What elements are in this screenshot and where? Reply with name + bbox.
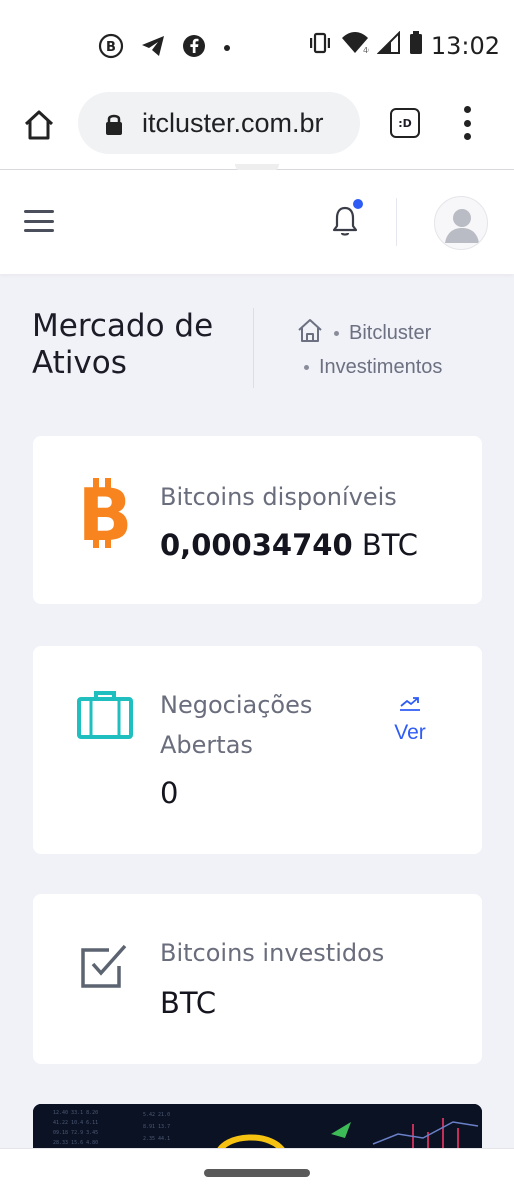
- wifi-icon: 4G: [341, 31, 374, 60]
- invested-bitcoins-card: Bitcoins investidos BTC: [33, 894, 482, 1064]
- status-time: 13:02: [430, 31, 500, 60]
- invested-label: Bitcoins investidos: [160, 939, 385, 967]
- breadcrumb-home-icon[interactable]: [296, 317, 324, 349]
- svg-text:12.40 33.1 8.20: 12.40 33.1 8.20: [53, 1110, 98, 1116]
- bell-icon: [332, 206, 358, 236]
- address-bar[interactable]: itcluster.com.br: [78, 92, 360, 154]
- user-silhouette-icon: [445, 209, 479, 243]
- trending-up-icon: [400, 697, 420, 711]
- available-bitcoins-card: B Bitcoins disponíveis 0,00034740 BTC: [33, 436, 482, 604]
- lock-icon: [104, 112, 124, 141]
- dot-icon: [222, 40, 232, 58]
- gesture-handle[interactable]: [204, 1169, 310, 1177]
- system-navigation-bar: [0, 1148, 514, 1200]
- app-header: [0, 170, 514, 274]
- facebook-icon: [182, 34, 206, 63]
- svg-text:8.91 13.7: 8.91 13.7: [143, 1124, 170, 1130]
- home-icon: [24, 110, 54, 140]
- svg-text:4G: 4G: [363, 46, 369, 55]
- available-unit: BTC: [361, 528, 419, 562]
- view-trades-link-label: Ver: [394, 721, 426, 744]
- view-trades-link[interactable]: Ver: [390, 696, 430, 745]
- svg-text:09.18 72.9 3.45: 09.18 72.9 3.45: [53, 1130, 98, 1136]
- title-divider: [253, 308, 254, 388]
- browser-menu-button[interactable]: [460, 106, 474, 140]
- breadcrumb: Bitcluster Investimentos: [296, 316, 486, 384]
- svg-text:41.22 10.4 6.11: 41.22 10.4 6.11: [53, 1120, 98, 1126]
- svg-text:28.33 15.6 4.80: 28.33 15.6 4.80: [53, 1140, 98, 1146]
- bitcoin-icon: B: [78, 473, 133, 557]
- open-trades-label-line2: Abertas: [160, 731, 253, 759]
- battery-icon: [409, 31, 423, 60]
- bitcoin-circle-icon: B: [98, 33, 124, 64]
- menu-dot-icon: [463, 106, 471, 113]
- open-trades-value: 0: [160, 776, 179, 810]
- browser-home-button[interactable]: [22, 108, 56, 142]
- svg-text:B: B: [106, 40, 116, 55]
- briefcase-icon: [77, 690, 133, 745]
- user-avatar[interactable]: [434, 196, 488, 250]
- vibrate-icon: [307, 31, 333, 60]
- checkbox-icon: [79, 940, 131, 995]
- available-label: Bitcoins disponíveis: [160, 483, 397, 511]
- signal-icon: [376, 30, 401, 60]
- hamburger-menu-icon[interactable]: [24, 210, 54, 232]
- status-bar: B 4G 13:02: [0, 0, 514, 92]
- open-trades-label-line1: Negociações: [160, 691, 313, 719]
- promo-banner-image[interactable]: 12.40 33.1 8.20 41.22 10.4 6.11 09.18 72.9…: [33, 1104, 482, 1154]
- url-text: itcluster.com.br: [142, 108, 324, 138]
- notifications-button[interactable]: [330, 204, 360, 238]
- svg-text:2.35 44.1: 2.35 44.1: [143, 1136, 170, 1142]
- telegram-icon: [140, 34, 166, 63]
- breadcrumb-item-investimentos[interactable]: Investimentos: [319, 356, 442, 379]
- available-amount: 0,00034740: [160, 528, 353, 562]
- notification-icons: B: [98, 33, 232, 64]
- tab-switcher-button[interactable]: :D: [390, 108, 420, 138]
- browser-toolbar: itcluster.com.br :D: [0, 92, 514, 170]
- breadcrumb-item-bitcluster[interactable]: Bitcluster: [349, 322, 431, 345]
- svg-text:5.42 21.0: 5.42 21.0: [143, 1112, 170, 1118]
- available-value: 0,00034740 BTC: [160, 528, 418, 562]
- page-title: Mercado de Ativos: [32, 308, 214, 381]
- header-divider: [396, 198, 397, 246]
- menu-dot-icon: [463, 119, 471, 127]
- menu-dot-icon: [463, 133, 471, 140]
- open-trades-card: Negociações Abertas 0 Ver: [33, 646, 482, 854]
- notification-badge: [353, 199, 363, 209]
- invested-value: BTC: [160, 986, 217, 1020]
- system-icons: 4G 13:02: [307, 30, 500, 60]
